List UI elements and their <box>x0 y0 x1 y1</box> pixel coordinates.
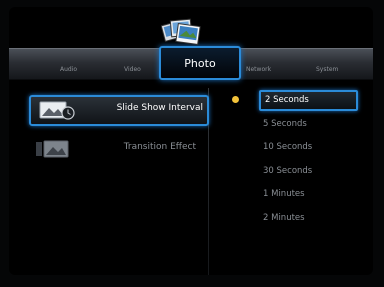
tab-audio[interactable]: Audio <box>60 66 77 73</box>
option-1-minutes[interactable]: 1 Minutes <box>263 189 305 199</box>
tab-photo[interactable]: Photo <box>159 46 241 80</box>
tab-network[interactable]: Network <box>246 66 271 73</box>
tab-photo-label: Photo <box>184 57 216 70</box>
menu-item-label: Slide Show Interval <box>116 103 203 113</box>
menu-item-transition-effect[interactable]: Transition Effect <box>27 136 200 160</box>
menu-item-slide-show-interval[interactable]: Slide Show Interval <box>29 95 209 126</box>
option-2-minutes[interactable]: 2 Minutes <box>263 213 305 223</box>
menu-item-label: Transition Effect <box>123 142 196 152</box>
tab-system[interactable]: System <box>316 66 338 73</box>
tab-video[interactable]: Video <box>124 66 141 73</box>
option-5-seconds[interactable]: 5 Seconds <box>263 119 307 129</box>
selected-indicator-dot <box>232 96 239 103</box>
photo-stack-icon <box>161 18 201 46</box>
option-30-seconds[interactable]: 30 Seconds <box>263 166 312 176</box>
option-2-seconds[interactable]: 2 Seconds <box>259 90 358 111</box>
photo-clock-icon <box>39 101 75 120</box>
option-label: 2 Seconds <box>265 95 309 105</box>
option-10-seconds[interactable]: 10 Seconds <box>263 142 312 152</box>
photo-transition-icon <box>36 140 69 158</box>
